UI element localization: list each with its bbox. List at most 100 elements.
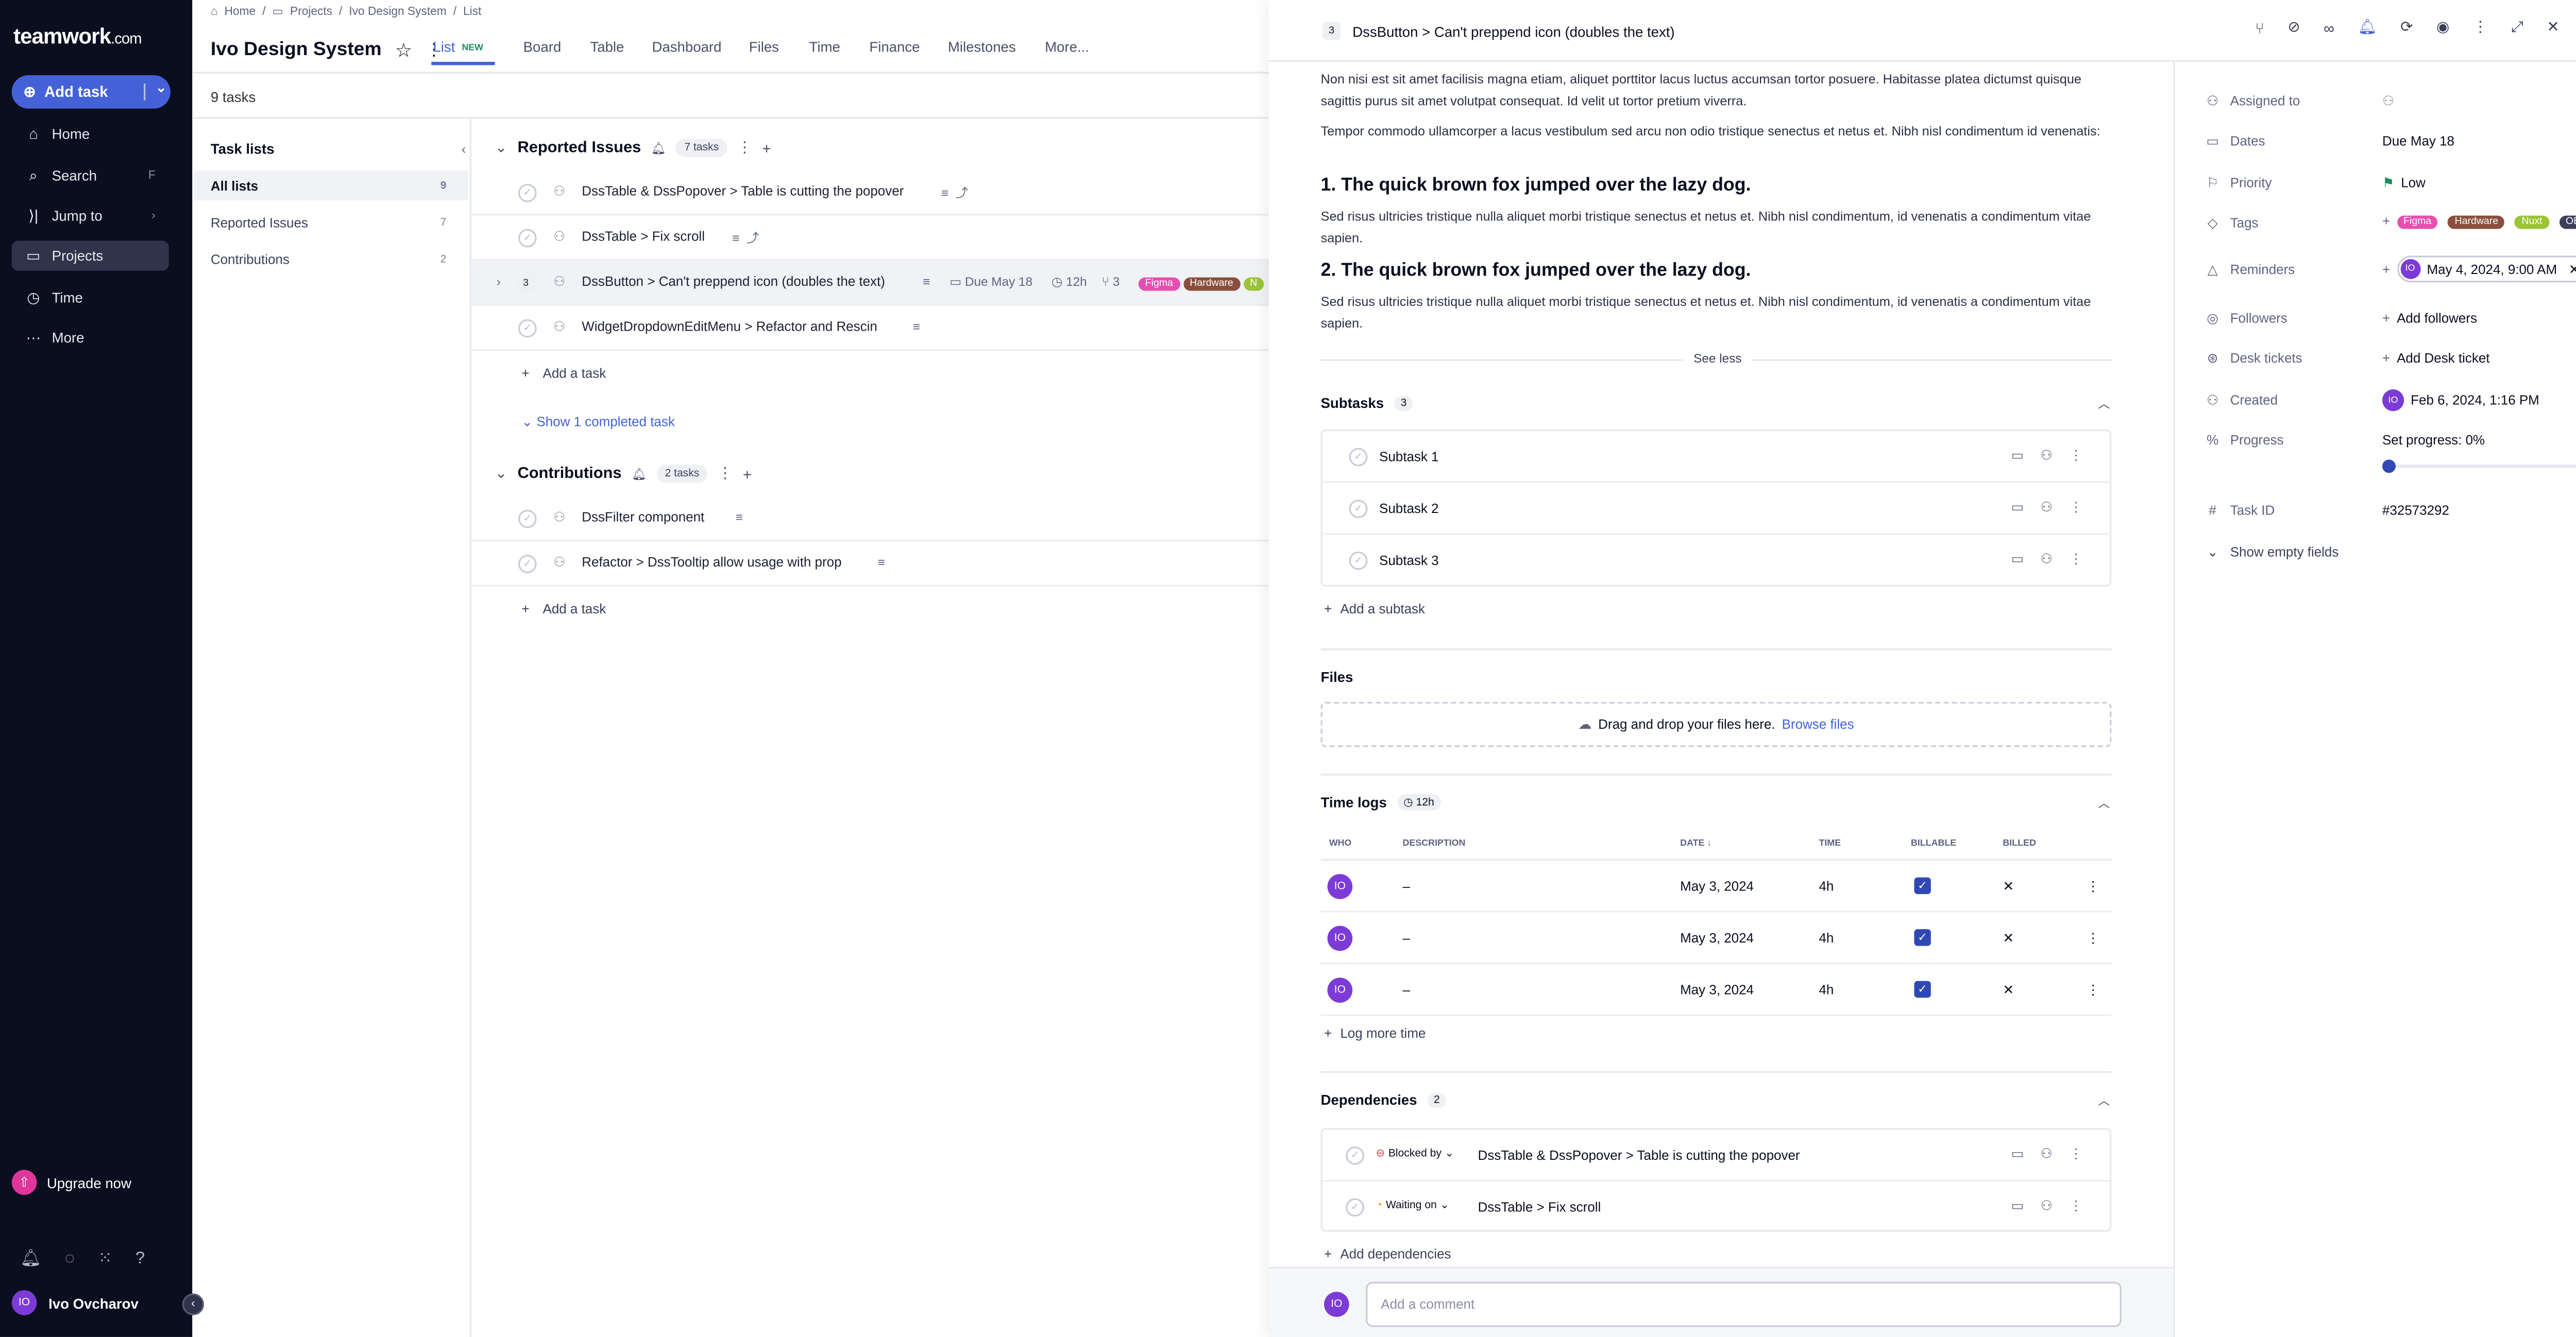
add-icon[interactable]: +	[762, 140, 771, 156]
billed-x-icon[interactable]: ✕	[2003, 931, 2014, 946]
chevron-down-icon[interactable]: ⌄	[156, 80, 167, 95]
apps-grid-icon[interactable]: ⁙	[98, 1250, 112, 1269]
reminder-value[interactable]: + IOMay 4, 2024, 9:00 AM✕	[2382, 255, 2576, 283]
eye-icon[interactable]: ◉	[2436, 19, 2450, 37]
add-dependencies-link[interactable]: + Add dependencies	[1324, 1247, 1451, 1262]
tasklist-contributions[interactable]: Contributions 2	[194, 244, 468, 274]
add-task-button[interactable]: ⊕ Add task ⌄	[11, 75, 171, 109]
tab-list[interactable]: List NEW	[433, 39, 483, 55]
assignee-icon[interactable]: ⚇	[553, 229, 565, 244]
add-task-link[interactable]: + Add a task	[521, 602, 606, 616]
task-id-link[interactable]: #32573292	[2382, 503, 2449, 518]
bell-icon[interactable]: 🔔︎	[20, 1250, 41, 1269]
add-subtask-link[interactable]: + Add a subtask	[1324, 602, 1425, 616]
show-completed-link[interactable]: ⌄ Show 1 completed task	[521, 415, 674, 430]
tab-table[interactable]: Table	[590, 39, 624, 55]
checkbox[interactable]: ✓	[1349, 551, 1368, 570]
slider-handle[interactable]	[2382, 459, 2396, 473]
browse-files-link[interactable]: Browse files	[1782, 717, 1854, 732]
user-profile[interactable]: IO Ivo Ovcharov	[11, 1290, 139, 1315]
assignee-icon[interactable]: ⚇	[553, 274, 565, 289]
star-icon[interactable]: ☆	[395, 39, 412, 62]
close-icon[interactable]: ✕	[2547, 19, 2559, 37]
expand-icon[interactable]: ⤢	[2512, 19, 2523, 37]
dependency-status-dropdown[interactable]: ⊖ Blocked by ⌄	[1376, 1146, 1454, 1160]
kebab-menu-icon[interactable]: ⋮	[718, 465, 733, 483]
checkbox[interactable]: ✓	[1346, 1146, 1364, 1165]
see-less-button[interactable]: See less	[1683, 351, 1752, 366]
tab-finance[interactable]: Finance	[869, 39, 920, 55]
checkbox[interactable]: ✓	[1349, 500, 1368, 518]
file-dropzone[interactable]: ☁ Drag and drop your files here. Browse …	[1320, 701, 2112, 747]
tab-board[interactable]: Board	[523, 39, 562, 55]
assignee-icon[interactable]: ⚇	[553, 319, 565, 334]
repeat-icon[interactable]: ⟳	[2400, 19, 2413, 37]
calendar-icon[interactable]: ▭	[2011, 1198, 2024, 1213]
chevron-down-icon[interactable]: ⌄	[495, 139, 507, 157]
add-task-link[interactable]: + Add a task	[521, 366, 606, 381]
kebab-menu-icon[interactable]: ⋮	[2087, 983, 2100, 998]
tags-value[interactable]: + FigmaHardwareNuxtOBS	[2382, 214, 2576, 229]
chevron-down-icon[interactable]: ⌄	[495, 465, 507, 483]
chevron-up-icon[interactable]: ︿	[2098, 1093, 2110, 1109]
kebab-menu-icon[interactable]: ⋮	[2069, 1198, 2082, 1213]
subtask-icon[interactable]: ⑂	[2255, 19, 2264, 36]
checkbox[interactable]: ✓	[1349, 448, 1368, 467]
assignee-icon[interactable]: ⚇	[553, 184, 565, 199]
chat-icon[interactable]: ◌	[65, 1250, 75, 1269]
upgrade-button[interactable]: ⇧ Upgrade now	[11, 1170, 131, 1195]
task-row[interactable]: ✓ ⚇ DssFilter component ≡	[471, 496, 1269, 542]
attachment-icon[interactable]: ⊘	[2287, 19, 2300, 37]
dependency-row[interactable]: ✓ ◔ Waiting on ⌄ DssTable > Fix scroll ▭ ⚇…	[1323, 1181, 2110, 1233]
checkbox[interactable]: ✓	[1346, 1198, 1364, 1217]
tab-dashboard[interactable]: Dashboard	[652, 39, 722, 55]
kebab-menu-icon[interactable]: ⋮	[2069, 448, 2082, 463]
tab-milestones[interactable]: Milestones	[948, 39, 1016, 55]
log-more-time-link[interactable]: + Log more time	[1324, 1026, 1426, 1041]
chevron-right-icon[interactable]: ›	[497, 274, 501, 289]
chevron-up-icon[interactable]: ︿	[2098, 796, 2110, 812]
time-log-row[interactable]: IO – May 3, 2024 4h ✓ ✕ ⋮	[1320, 964, 2112, 1016]
dependency-status-dropdown[interactable]: ◔ Waiting on ⌄	[1376, 1198, 1449, 1211]
subtask-row[interactable]: ✓ Subtask 2 ▭ ⚇ ⋮	[1322, 483, 2110, 535]
teamwork-logo[interactable]: teamwork.com	[13, 23, 142, 48]
task-row[interactable]: ✓ ⚇ Refactor > DssTooltip allow usage wi…	[471, 541, 1269, 587]
nav-more[interactable]: ··· More	[12, 322, 169, 352]
priority-value[interactable]: ⚑ Low	[2382, 176, 2426, 191]
dependency-row[interactable]: ✓ ⊖ Blocked by ⌄ DssTable & DssPopover > …	[1322, 1130, 2110, 1182]
close-icon[interactable]: ✕	[2569, 262, 2576, 277]
calendar-icon[interactable]: ▭	[2011, 448, 2024, 463]
add-icon[interactable]: +	[743, 466, 752, 482]
col-header-date[interactable]: DATE ↓	[1680, 839, 1711, 849]
time-log-row[interactable]: IO – May 3, 2024 4h ✓ ✕ ⋮	[1320, 913, 2112, 965]
tab-more[interactable]: More...	[1045, 39, 1089, 55]
subtask-row[interactable]: ✓ Subtask 3 ▭ ⚇ ⋮	[1323, 535, 2110, 587]
add-desk-ticket-link[interactable]: + Add Desk ticket	[2382, 351, 2489, 366]
due-date-value[interactable]: Due May 18	[2382, 134, 2454, 149]
tasklist-reported-issues[interactable]: Reported Issues 7	[194, 207, 468, 237]
kebab-menu-icon[interactable]: ⋮	[2473, 19, 2488, 37]
tab-time[interactable]: Time	[809, 39, 840, 55]
assignee-icon[interactable]: ⚇	[553, 510, 565, 525]
assignee-icon[interactable]: ⚇	[2041, 552, 2053, 567]
billed-x-icon[interactable]: ✕	[2003, 879, 2014, 894]
calendar-icon[interactable]: ▭	[2011, 500, 2024, 515]
bell-icon[interactable]: 🔔︎	[632, 467, 647, 481]
checkbox[interactable]: ✓	[518, 319, 537, 338]
nav-time[interactable]: ◷ Time	[12, 282, 169, 312]
time-log-row[interactable]: IO – May 3, 2024 4h ✓ ✕ ⋮	[1320, 861, 2112, 913]
link-icon[interactable]: ∞	[2324, 19, 2334, 36]
kebab-menu-icon[interactable]: ⋮	[737, 139, 752, 157]
task-row[interactable]: ✓ ⚇ DssTable & DssPopover > Table is cut…	[471, 170, 1269, 216]
task-row[interactable]: ✓ ⚇ WidgetDropdownEditMenu > Refactor an…	[471, 306, 1269, 351]
checkbox[interactable]: ✓	[518, 183, 537, 202]
chevron-up-icon[interactable]: ︿	[2098, 396, 2110, 413]
assignee-icon[interactable]: ⚇	[2041, 500, 2053, 515]
kebab-menu-icon[interactable]: ⋮	[2069, 1146, 2082, 1161]
collapse-left-icon[interactable]: ‹	[462, 142, 466, 157]
nav-home[interactable]: ⌂ Home	[12, 118, 169, 148]
add-followers-link[interactable]: + Add followers	[2382, 311, 2477, 326]
nav-search[interactable]: ⌕ Search F	[12, 161, 169, 191]
assignee-icon[interactable]: ⚇	[2041, 1146, 2053, 1161]
assign-user-button[interactable]: ⚇	[2382, 94, 2394, 109]
